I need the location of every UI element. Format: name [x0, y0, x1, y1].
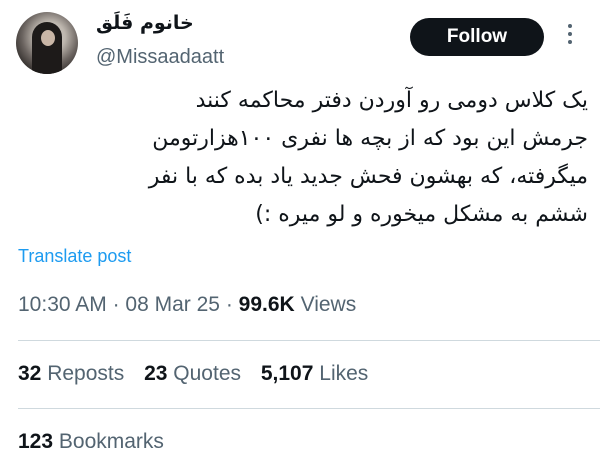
reposts-label: Reposts: [47, 362, 125, 385]
meta-separator: ·: [225, 293, 233, 316]
meta-separator: ·: [112, 293, 120, 316]
tweet-meta: 10:30 AM · 08 Mar 25 · 99.6K Views: [18, 293, 356, 317]
display-name[interactable]: خانوم فَلَق: [96, 12, 194, 34]
likes-stat[interactable]: 5,107 Likes: [261, 362, 368, 385]
tweet-line: یک کلاس دومی رو آوردن دفتر محاکمه کنند: [195, 88, 588, 113]
bookmarks-label: Bookmarks: [58, 430, 164, 453]
bookmarks-stat[interactable]: 123 Bookmarks: [18, 430, 164, 454]
likes-label: Likes: [319, 362, 369, 385]
translate-post-link[interactable]: Translate post: [18, 246, 131, 267]
user-handle[interactable]: @Missaadaatt: [96, 46, 224, 69]
tweet-text: یک کلاس دومی رو آوردن دفتر محاکمه کنند ج…: [16, 82, 588, 234]
divider: [18, 408, 600, 409]
quotes-stat[interactable]: 23 Quotes: [144, 362, 241, 385]
more-dot: [568, 24, 572, 28]
quotes-label: Quotes: [173, 362, 242, 385]
reposts-stat[interactable]: 32 Reposts: [18, 362, 124, 385]
avatar-face: [41, 30, 55, 46]
quotes-count: 23: [144, 362, 168, 385]
divider: [18, 340, 600, 341]
views-count: 99.6K: [238, 293, 295, 316]
reposts-count: 32: [18, 362, 42, 385]
bookmarks-count: 123: [18, 430, 54, 453]
more-dot: [568, 32, 572, 36]
likes-count: 5,107: [260, 362, 314, 385]
tweet-date[interactable]: 08 Mar 25: [125, 293, 220, 316]
more-dot: [568, 40, 572, 44]
views-label: Views: [300, 293, 357, 316]
engagement-stats: 32 Reposts 23 Quotes 5,107 Likes: [18, 362, 382, 386]
tweet-line: میگرفته، که بهشون فحش جدید یاد بده که با…: [148, 164, 588, 189]
tweet-line: ششم به مشکل میخوره و لو میره :): [255, 202, 588, 227]
more-options-icon[interactable]: [564, 24, 576, 50]
tweet-time[interactable]: 10:30 AM: [18, 293, 107, 316]
avatar[interactable]: [16, 12, 78, 74]
tweet-line: جرمش این بود که از بچه ها نفری ۱۰۰هزارتو…: [152, 126, 588, 151]
follow-button[interactable]: Follow: [410, 18, 544, 56]
tweet-header: خانوم فَلَق @Missaadaatt Follow: [0, 0, 600, 80]
